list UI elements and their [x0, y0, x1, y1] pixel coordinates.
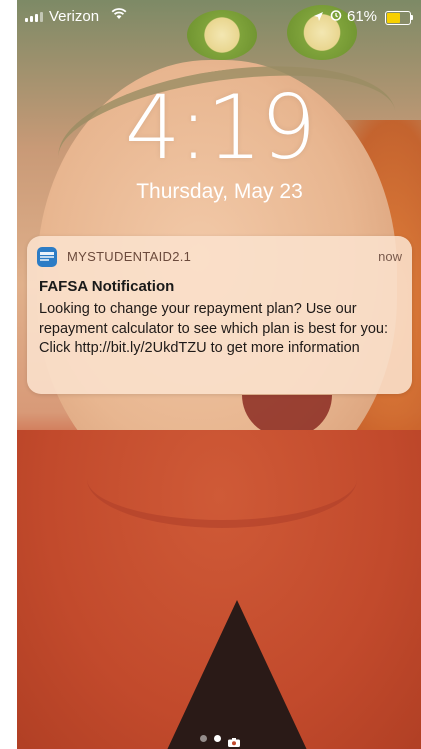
lock-screen-date: Thursday, May 23	[136, 180, 303, 203]
notification-header: MYSTUDENTAID2.1 now	[37, 247, 402, 269]
lock-screen: Verizon 61% 4:19 Thursday, May 23 MYSTUD…	[17, 0, 421, 749]
notification-body: Looking to change your repayment plan? U…	[39, 301, 388, 356]
status-bar: Verizon 61%	[17, 0, 421, 32]
battery-tip	[411, 15, 413, 20]
battery-percent: 61%	[347, 8, 378, 25]
wallpaper-collar	[87, 430, 357, 528]
notification-title: FAFSA Notification	[39, 278, 175, 295]
wallpaper-pumpkin-face	[167, 600, 307, 749]
notification-app-name: MYSTUDENTAID2.1	[67, 249, 192, 264]
page-indicator	[17, 734, 421, 747]
battery-icon	[385, 11, 411, 25]
notification-time: now	[378, 249, 402, 264]
lock-screen-time: 4:19	[124, 76, 317, 179]
notification-card[interactable]: MYSTUDENTAID2.1 now FAFSA Notification L…	[27, 236, 412, 394]
page-dot-active	[213, 735, 221, 742]
page-dot	[199, 735, 207, 742]
location-icon	[313, 9, 324, 26]
wifi-icon	[111, 7, 127, 24]
signal-icon	[25, 12, 43, 22]
camera-icon[interactable]	[227, 734, 240, 747]
app-icon	[37, 247, 57, 267]
carrier-label: Verizon	[49, 8, 100, 25]
alarm-icon	[330, 8, 342, 25]
battery-fill	[387, 13, 401, 23]
